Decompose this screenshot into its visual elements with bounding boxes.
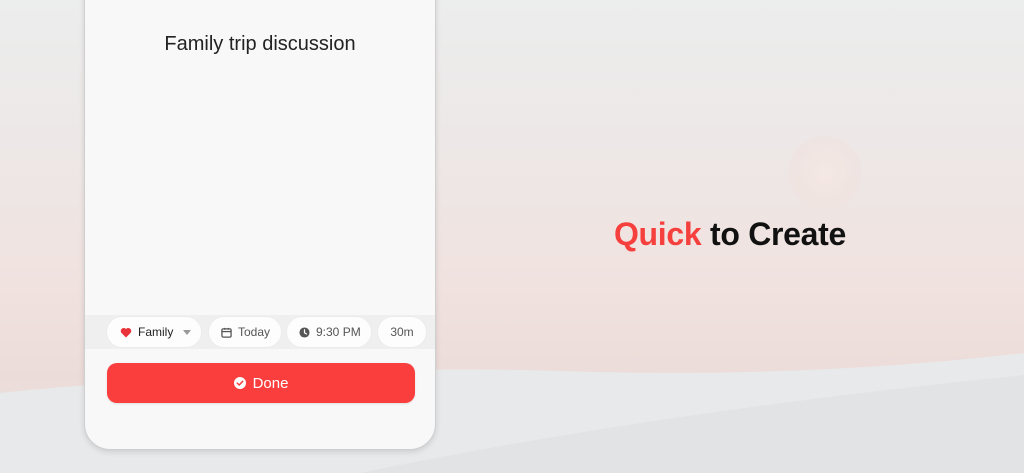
check-circle-icon: [233, 377, 246, 389]
category-chip-label: Family: [138, 325, 174, 339]
phone-mockup: Family trip discussion Family Today 9:30…: [84, 0, 436, 450]
time-chip-label: 9:30 PM: [316, 325, 361, 339]
background-sun: [788, 136, 862, 210]
headline-rest: to Create: [701, 216, 847, 252]
chevron-down-icon: [183, 329, 192, 335]
heart-icon: [120, 327, 132, 338]
duration-chip-label: 30m: [390, 325, 414, 339]
done-button-label: Done: [252, 374, 289, 392]
time-chip[interactable]: 9:30 PM: [287, 317, 371, 347]
headline: Quick to Create: [560, 216, 900, 253]
duration-chip[interactable]: 30m: [378, 317, 426, 347]
date-chip[interactable]: Today: [209, 317, 281, 347]
date-chip-label: Today: [238, 325, 271, 339]
clock-icon: [299, 326, 310, 338]
done-button[interactable]: Done: [107, 363, 415, 403]
category-chip[interactable]: Family: [107, 317, 201, 347]
note-title[interactable]: Family trip discussion: [85, 33, 435, 56]
headline-accent: Quick: [613, 216, 702, 252]
calendar-icon: [221, 327, 232, 338]
